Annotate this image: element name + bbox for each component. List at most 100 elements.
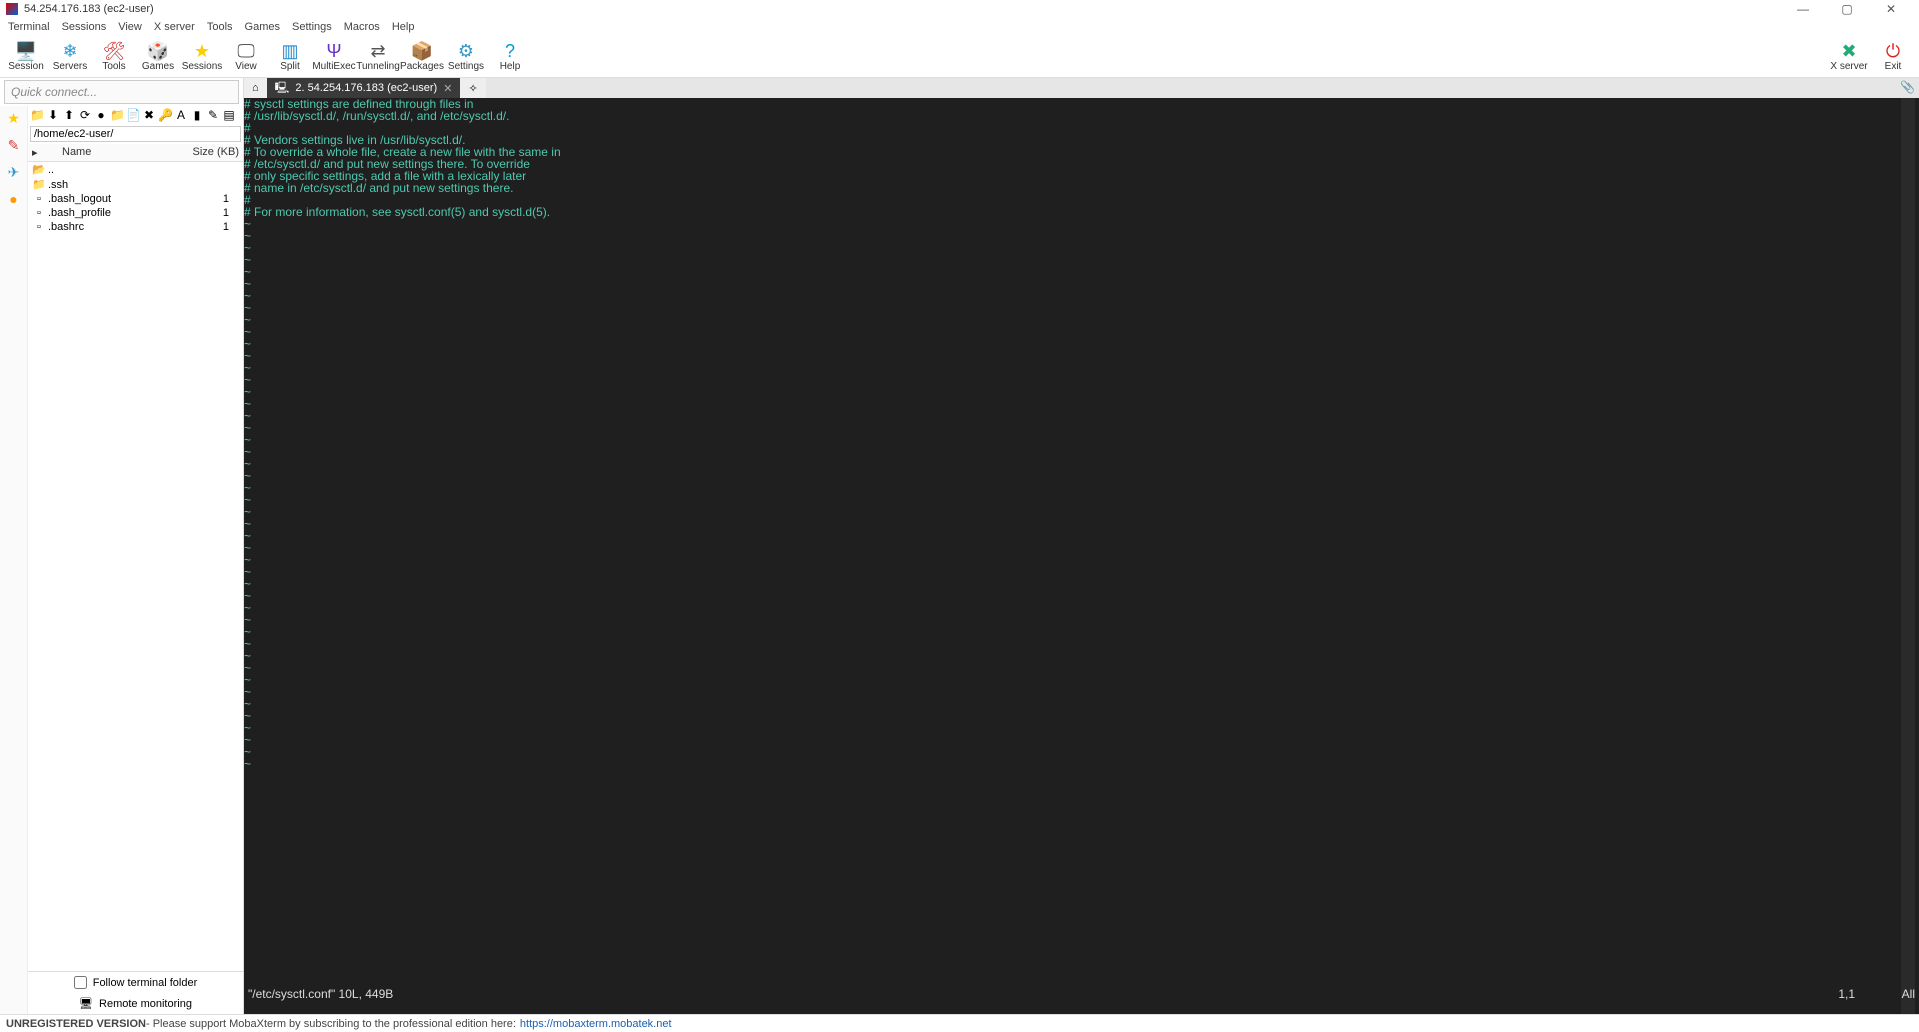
terminal-tabs: ⌂ 🖳 2. 54.254.176.183 (ec2-user) ✕ ✧ 📎 xyxy=(244,78,1919,98)
sidebar-vtab-3[interactable]: ● xyxy=(9,191,17,207)
menu-terminal[interactable]: Terminal xyxy=(8,21,50,33)
menu-help[interactable]: Help xyxy=(392,21,415,33)
terminal-tilde: ~ xyxy=(244,422,1901,434)
menu-sessions[interactable]: Sessions xyxy=(62,21,107,33)
terminal-tilde: ~ xyxy=(244,386,1901,398)
quick-connect-input[interactable]: Quick connect... xyxy=(4,80,239,104)
menu-x-server[interactable]: X server xyxy=(154,21,195,33)
follow-terminal-row[interactable]: Follow terminal folder xyxy=(28,972,243,993)
file-list[interactable]: 📂..📁.ssh▫.bash_logout1▫.bash_profile1▫.b… xyxy=(28,162,243,971)
x server-icon: ✖ xyxy=(1841,41,1856,61)
menu-tools[interactable]: Tools xyxy=(207,21,233,33)
terminal-line: # name in /etc/sysctl.d/ and put new set… xyxy=(244,182,1901,194)
sftp-tool-8[interactable]: 🔑 xyxy=(158,108,172,122)
file-size: 1 xyxy=(179,193,239,205)
tool-multiexec[interactable]: ΨMultiExec xyxy=(312,41,356,72)
sftp-path-input[interactable] xyxy=(30,126,241,142)
tab-new[interactable]: ✧ xyxy=(460,78,485,98)
sftp-tool-6[interactable]: 📄 xyxy=(126,108,140,122)
sftp-tool-0[interactable]: 📁 xyxy=(30,108,44,122)
sftp-tool-10[interactable]: ▮ xyxy=(190,108,204,122)
menu-view[interactable]: View xyxy=(118,21,142,33)
terminal-tilde: ~ xyxy=(244,602,1901,614)
file-size: 1 xyxy=(179,207,239,219)
footer-link[interactable]: https://mobaxterm.mobatek.net xyxy=(520,1018,672,1030)
col-size[interactable]: Size (KB) xyxy=(179,146,239,159)
file-name: .. xyxy=(48,164,179,176)
sftp-tool-9[interactable]: A xyxy=(174,108,188,122)
file-row[interactable]: 📂.. xyxy=(28,162,243,177)
view-icon: 🖵 xyxy=(237,41,254,61)
remote-monitoring-row[interactable]: 🖥 Remote monitoring xyxy=(28,993,243,1014)
terminal-icon: 🖳 xyxy=(275,79,290,98)
sftp-tool-5[interactable]: 📁 xyxy=(110,108,124,122)
close-button[interactable]: ✕ xyxy=(1869,0,1913,18)
split-icon: ▥ xyxy=(281,41,298,61)
file-name: .bash_logout xyxy=(48,193,179,205)
tool-help[interactable]: ?Help xyxy=(488,41,532,72)
terminal-tilde: ~ xyxy=(244,302,1901,314)
tool-tunneling[interactable]: ⇄Tunneling xyxy=(356,41,400,72)
sftp-tool-1[interactable]: ⬇ xyxy=(46,108,60,122)
games-icon: 🎲 xyxy=(147,41,169,61)
sidebar-vtab-0[interactable]: ★ xyxy=(7,110,20,127)
tool-tools[interactable]: 🛠Tools xyxy=(92,41,136,72)
footer: UNREGISTERED VERSION - Please support Mo… xyxy=(0,1014,1919,1032)
tool-games[interactable]: 🎲Games xyxy=(136,41,180,72)
terminal[interactable]: # sysctl settings are defined through fi… xyxy=(244,98,1919,1014)
terminal-scrollbar[interactable] xyxy=(1901,98,1915,1014)
tool-label: Tunneling xyxy=(356,61,400,72)
tab-session-active[interactable]: 🖳 2. 54.254.176.183 (ec2-user) ✕ xyxy=(267,78,461,98)
terminal-tilde: ~ xyxy=(244,674,1901,686)
sftp-tool-11[interactable]: ✎ xyxy=(206,108,220,122)
col-name[interactable]: Name xyxy=(44,146,179,159)
tool-settings[interactable]: ⚙Settings xyxy=(444,41,488,72)
terminal-tilde: ~ xyxy=(244,350,1901,362)
file-row[interactable]: 📁.ssh xyxy=(28,177,243,192)
tool-view[interactable]: 🖵View xyxy=(224,41,268,72)
minimize-button[interactable]: — xyxy=(1781,0,1825,18)
monitor-icon: 🖥 xyxy=(79,997,93,1010)
settings-icon: ⚙ xyxy=(458,41,474,61)
follow-terminal-checkbox[interactable] xyxy=(74,976,87,989)
menu-games[interactable]: Games xyxy=(245,21,280,33)
tool-packages[interactable]: 📦Packages xyxy=(400,41,444,72)
maximize-button[interactable]: ▢ xyxy=(1825,0,1869,18)
tool-servers[interactable]: ❄Servers xyxy=(48,41,92,72)
sftp-tool-7[interactable]: ✖ xyxy=(142,108,156,122)
terminal-tilde: ~ xyxy=(244,338,1901,350)
paperclip-icon[interactable]: 📎 xyxy=(1900,80,1915,94)
terminal-tilde: ~ xyxy=(244,554,1901,566)
tab-home[interactable]: ⌂ xyxy=(244,78,267,98)
file-row[interactable]: ▫.bash_profile1 xyxy=(28,206,243,220)
terminal-tilde: ~ xyxy=(244,614,1901,626)
tab-close-icon[interactable]: ✕ xyxy=(443,82,452,95)
menu-macros[interactable]: Macros xyxy=(344,21,380,33)
menu-settings[interactable]: Settings xyxy=(292,21,332,33)
sftp-tool-2[interactable]: ⬆ xyxy=(62,108,76,122)
packages-icon: 📦 xyxy=(411,41,433,61)
sidebar-vtab-1[interactable]: ✎ xyxy=(8,137,20,154)
sftp-tool-3[interactable]: ⟳ xyxy=(78,108,92,122)
file-name: .bashrc xyxy=(48,221,179,233)
footer-bold: UNREGISTERED VERSION xyxy=(6,1018,146,1030)
sftp-tool-12[interactable]: ▤ xyxy=(222,108,236,122)
menubar: Terminal Sessions View X server Tools Games Se… xyxy=(0,18,1919,36)
terminal-tilde: ~ xyxy=(244,746,1901,758)
file-list-header: ▸ Name Size (KB) xyxy=(28,144,243,162)
terminal-tilde: ~ xyxy=(244,446,1901,458)
tool-exit[interactable]: ⏻Exit xyxy=(1871,41,1915,72)
vim-file-info: "/etc/sysctl.conf" 10L, 449B xyxy=(248,988,1735,1000)
tool-label: Split xyxy=(280,61,299,72)
sftp-tool-4[interactable]: ● xyxy=(94,108,108,122)
exit-icon: ⏻ xyxy=(1886,41,1900,61)
sidebar-vtab-2[interactable]: ✈ xyxy=(8,164,20,181)
terminal-tilde: ~ xyxy=(244,458,1901,470)
file-row[interactable]: ▫.bashrc1 xyxy=(28,220,243,234)
tool-sessions[interactable]: ★Sessions xyxy=(180,41,224,72)
tool-session[interactable]: 🖥️Session xyxy=(4,41,48,72)
tool-split[interactable]: ▥Split xyxy=(268,41,312,72)
tool-x-server[interactable]: ✖X server xyxy=(1827,41,1871,72)
file-row[interactable]: ▫.bash_logout1 xyxy=(28,192,243,206)
terminal-tilde: ~ xyxy=(244,578,1901,590)
